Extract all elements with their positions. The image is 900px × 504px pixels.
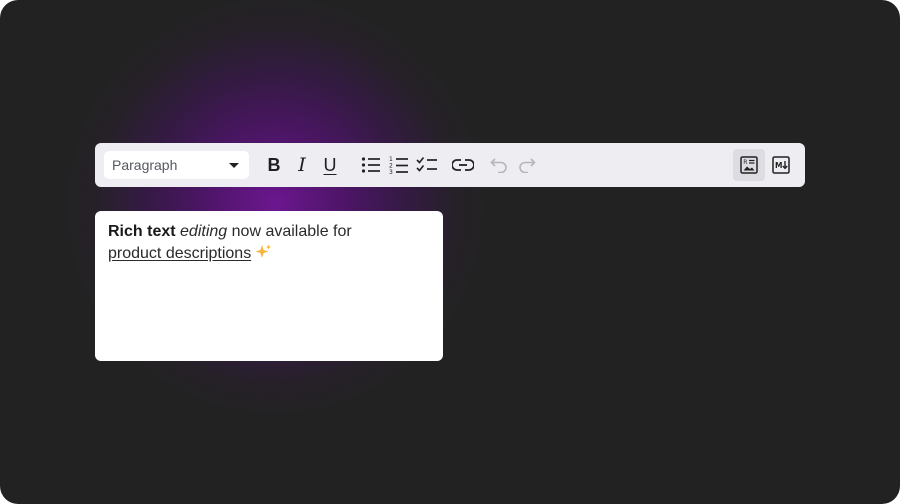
- link-button[interactable]: [449, 151, 477, 179]
- svg-text:R: R: [743, 159, 747, 166]
- chevron-down-icon: [229, 163, 239, 168]
- bold-label: B: [267, 155, 281, 175]
- italic-label: I: [298, 153, 306, 176]
- markdown-icon: M: [772, 156, 790, 174]
- underlined-text: product descriptions: [108, 245, 252, 262]
- editor-toolbar: Paragraph B I U 1 2 3 R M: [95, 143, 805, 187]
- underline-button[interactable]: U: [316, 151, 344, 179]
- bold-button[interactable]: B: [260, 151, 288, 179]
- checklist-button[interactable]: [413, 151, 441, 179]
- italic-text: editing: [180, 223, 228, 240]
- markdown-mode-button[interactable]: M: [767, 151, 795, 179]
- numbered-list-button[interactable]: 1 2 3: [385, 151, 413, 179]
- block-type-selected: Paragraph: [112, 157, 178, 173]
- rich-text-mode-button[interactable]: R: [733, 149, 765, 181]
- redo-button[interactable]: [513, 151, 541, 179]
- bullet-list-button[interactable]: [357, 151, 385, 179]
- underline-label: U: [323, 155, 337, 175]
- sparkles-icon: [255, 244, 272, 258]
- rich-text-editor[interactable]: Rich text editing now available for prod…: [95, 211, 443, 361]
- svg-text:M: M: [775, 161, 782, 170]
- svg-text:3: 3: [389, 169, 393, 175]
- italic-button[interactable]: I: [288, 151, 316, 179]
- redo-icon: [519, 158, 536, 173]
- undo-icon: [490, 158, 507, 173]
- plain-text: now available for: [231, 223, 352, 240]
- numbered-list-icon: 1 2 3: [389, 156, 408, 175]
- rich-text-mode-icon: R: [740, 156, 758, 174]
- bullet-list-icon: [361, 157, 380, 173]
- undo-button[interactable]: [485, 151, 513, 179]
- bold-text: Rich text: [108, 223, 176, 240]
- checklist-icon: [416, 157, 437, 172]
- background-stage: Paragraph B I U 1 2 3 R M Rich text edit…: [0, 0, 900, 504]
- block-type-select[interactable]: Paragraph: [104, 151, 249, 179]
- link-icon: [452, 159, 474, 171]
